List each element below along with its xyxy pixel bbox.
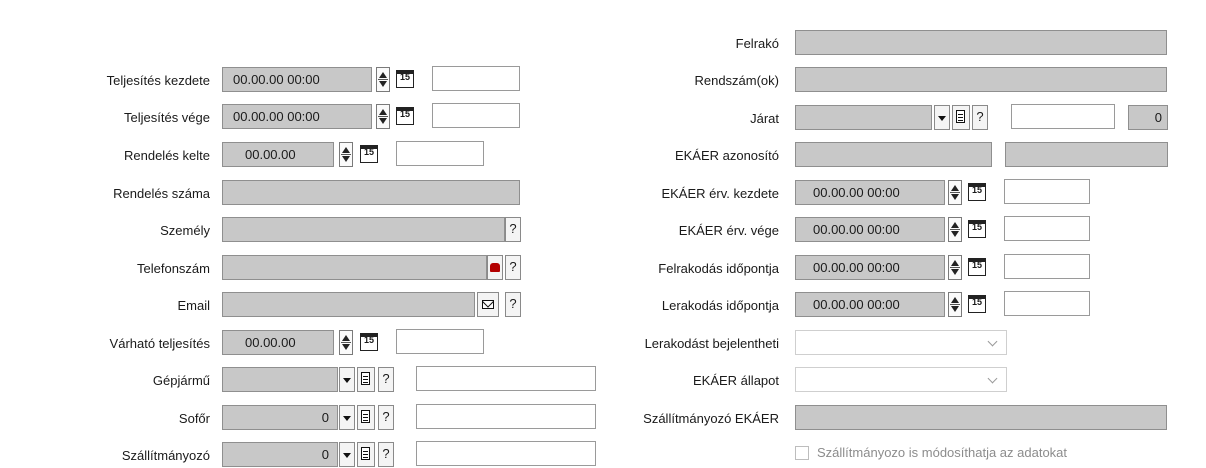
ekaer-erv-kezdete-extra-field[interactable] <box>1004 179 1090 204</box>
label-ekaer-erv-vege: EKÁER érv. vége <box>678 223 779 238</box>
szallitmanyozo-modosithat-checkbox[interactable] <box>795 446 809 460</box>
jarat-count-value: 0 <box>1154 110 1162 125</box>
jarat-count-field: 0 <box>1128 105 1168 130</box>
felrakodas-idopontja-input[interactable]: 00.00.00 00:00 <box>795 255 945 280</box>
label-lerakodas-idopontja: Lerakodás időpontja <box>661 298 779 313</box>
szallitmanyozo-help-button[interactable]: ? <box>378 442 394 467</box>
szallitmanyozo-input[interactable]: 0 <box>222 442 338 467</box>
label-ekaer-erv-kezdete: EKÁER érv. kezdete <box>661 186 779 201</box>
ekaer-erv-vege-extra-field[interactable] <box>1004 216 1090 241</box>
felrakodas-idopontja-spinner[interactable] <box>948 255 962 280</box>
rendszamok-input[interactable] <box>795 67 1167 92</box>
jarat-input[interactable] <box>795 105 932 130</box>
calendar-icon[interactable]: 15 <box>968 220 986 238</box>
ekaer-azonosito-input[interactable] <box>795 142 992 167</box>
calendar-icon[interactable]: 15 <box>968 258 986 276</box>
lerakodast-bejelentheti-select[interactable] <box>795 330 1007 355</box>
jarat-extra-field[interactable] <box>1011 104 1115 129</box>
label-lerakodast-bejelentheti: Lerakodást bejelentheti <box>644 336 779 351</box>
ekaer-erv-vege-value: 00.00.00 00:00 <box>813 222 900 237</box>
lerakodas-idopontja-extra-field[interactable] <box>1004 291 1090 316</box>
label-felrakodas-idopontja: Felrakodás időpontja <box>658 261 779 276</box>
label-rendszamok: Rendszám(ok) <box>694 73 779 88</box>
felrakodas-idopontja-value: 00.00.00 00:00 <box>813 260 900 275</box>
label-szallitmanyozo: Szállítmányozó <box>121 448 210 463</box>
calendar-icon[interactable]: 15 <box>968 183 986 201</box>
label-jarat: Járat <box>750 111 779 126</box>
calendar-icon[interactable]: 15 <box>968 295 986 313</box>
szallitmanyozo-dropdown-button[interactable] <box>339 442 355 467</box>
ekaer-erv-kezdete-input[interactable]: 00.00.00 00:00 <box>795 180 945 205</box>
szallitmanyozo-value: 0 <box>321 447 329 462</box>
szallitmanyozo-modosithat-label: Szállítmányozo is módosíthatja az adatok… <box>817 445 1068 460</box>
szallitmanyozo-ekaer-input[interactable] <box>795 405 1167 430</box>
ekaer-erv-kezdete-spinner[interactable] <box>948 180 962 205</box>
ekaer-azonosito-secondary-field[interactable] <box>1005 142 1168 167</box>
label-felrako: Felrakó <box>735 36 779 51</box>
jarat-dropdown-button[interactable] <box>934 105 950 130</box>
ekaer-allapot-select[interactable] <box>795 367 1007 392</box>
szallitmanyozo-extra-field[interactable] <box>416 441 596 466</box>
ekaer-erv-vege-spinner[interactable] <box>948 217 962 242</box>
lerakodas-idopontja-spinner[interactable] <box>948 292 962 317</box>
label-ekaer-allapot: EKÁER állapot <box>693 373 779 388</box>
ekaer-erv-vege-input[interactable]: 00.00.00 00:00 <box>795 217 945 242</box>
document-icon[interactable] <box>952 105 970 130</box>
label-szallitmanyozo-ekaer: Szállítmányozó EKÁER <box>643 411 779 426</box>
label-ekaer-azonosito: EKÁER azonosító <box>674 148 779 163</box>
ekaer-erv-kezdete-value: 00.00.00 00:00 <box>813 185 900 200</box>
lerakodas-idopontja-input[interactable]: 00.00.00 00:00 <box>795 292 945 317</box>
jarat-help-button[interactable]: ? <box>972 105 988 130</box>
felrako-input[interactable] <box>795 30 1167 55</box>
felrakodas-idopontja-extra-field[interactable] <box>1004 254 1090 279</box>
lerakodas-idopontja-value: 00.00.00 00:00 <box>813 297 900 312</box>
document-icon[interactable] <box>357 442 375 467</box>
